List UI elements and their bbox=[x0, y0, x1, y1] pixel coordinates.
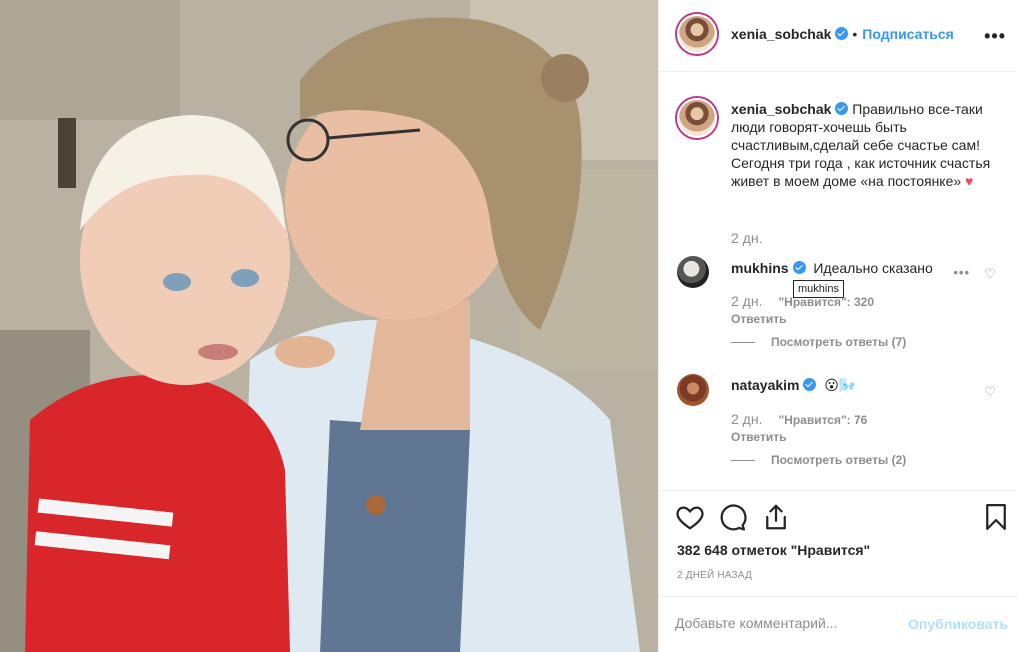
caption: xenia_sobchak Правильно все-таки люди го… bbox=[731, 100, 1003, 190]
comments-list[interactable]: xenia_sobchak Правильно все-таки люди го… bbox=[659, 73, 1017, 491]
separator-dot: • bbox=[852, 26, 858, 42]
comment-input[interactable] bbox=[675, 615, 895, 631]
replies-divider bbox=[731, 459, 755, 461]
caption-time[interactable]: 2 дн. bbox=[731, 230, 762, 246]
view-replies-label: Посмотреть ответы (7) bbox=[771, 335, 907, 349]
caption-avatar[interactable] bbox=[677, 98, 717, 138]
comment-likes[interactable]: "Нравится": 76 bbox=[778, 413, 867, 427]
comment-username[interactable]: mukhins bbox=[731, 260, 789, 276]
author-line: xenia_sobchak • Подписаться bbox=[731, 26, 954, 42]
comment-text: 😮🌬️ bbox=[824, 377, 857, 393]
publish-button[interactable]: Опубликовать bbox=[908, 616, 1008, 632]
reply-button[interactable]: Ответить bbox=[731, 430, 786, 444]
red-heart-emoji: ♥ bbox=[965, 173, 974, 189]
comment-meta: 2 дн. "Нравится": 76 bbox=[731, 411, 867, 427]
comment-time[interactable]: 2 дн. bbox=[731, 293, 762, 309]
verified-badge-icon bbox=[792, 261, 806, 274]
follow-button[interactable]: Подписаться bbox=[862, 26, 954, 42]
author-username[interactable]: xenia_sobchak bbox=[731, 26, 831, 42]
comment-meta: 2 дн. "Нравится": 320 bbox=[731, 293, 874, 309]
verified-badge-icon bbox=[835, 102, 849, 115]
post-photo[interactable] bbox=[0, 0, 658, 652]
comment-time[interactable]: 2 дн. bbox=[731, 411, 762, 427]
action-bar bbox=[659, 492, 1017, 542]
comment-icon[interactable] bbox=[717, 502, 747, 532]
share-icon[interactable] bbox=[761, 502, 791, 532]
bookmark-icon[interactable] bbox=[981, 502, 1011, 532]
reply-button[interactable]: Ответить bbox=[731, 312, 786, 326]
comment-like-heart-icon[interactable]: ♡ bbox=[984, 384, 996, 400]
likes-count[interactable]: 382 648 отметок "Нравится" bbox=[677, 542, 870, 558]
comment-avatar[interactable] bbox=[677, 256, 709, 288]
verified-badge-icon bbox=[835, 27, 849, 40]
comment-avatar[interactable] bbox=[677, 374, 709, 406]
caption-username[interactable]: xenia_sobchak bbox=[731, 101, 831, 117]
view-replies-button[interactable]: Посмотреть ответы (7) bbox=[731, 335, 906, 349]
comment-line: natayakim 😮🌬️ bbox=[731, 377, 856, 394]
replies-divider bbox=[731, 341, 755, 343]
comment-likes[interactable]: "Нравится": 320 bbox=[778, 295, 874, 309]
heart-outline-icon[interactable] bbox=[675, 502, 705, 532]
comment-like-heart-icon[interactable]: ♡ bbox=[984, 266, 996, 282]
author-avatar[interactable] bbox=[677, 14, 717, 54]
add-comment-bar: Опубликовать bbox=[659, 596, 1017, 652]
view-replies-label: Посмотреть ответы (2) bbox=[771, 453, 907, 467]
post-details-panel: xenia_sobchak • Подписаться ••• xenia_sobc… bbox=[658, 0, 1017, 652]
more-horizontal-icon[interactable]: ••• bbox=[984, 26, 1006, 47]
verified-badge-icon bbox=[803, 378, 817, 391]
post-date[interactable]: 2 ДНЕЙ НАЗАД bbox=[677, 570, 752, 581]
view-replies-button[interactable]: Посмотреть ответы (2) bbox=[731, 453, 906, 467]
comment-username[interactable]: natayakim bbox=[731, 377, 799, 393]
comment-more-icon[interactable]: ••• bbox=[953, 265, 970, 280]
comment-text: Идеально сказано bbox=[813, 260, 933, 276]
post-header: xenia_sobchak • Подписаться ••• bbox=[659, 0, 1017, 72]
comment-line: mukhins Идеально сказано bbox=[731, 260, 933, 276]
photo-illustration bbox=[0, 0, 658, 652]
